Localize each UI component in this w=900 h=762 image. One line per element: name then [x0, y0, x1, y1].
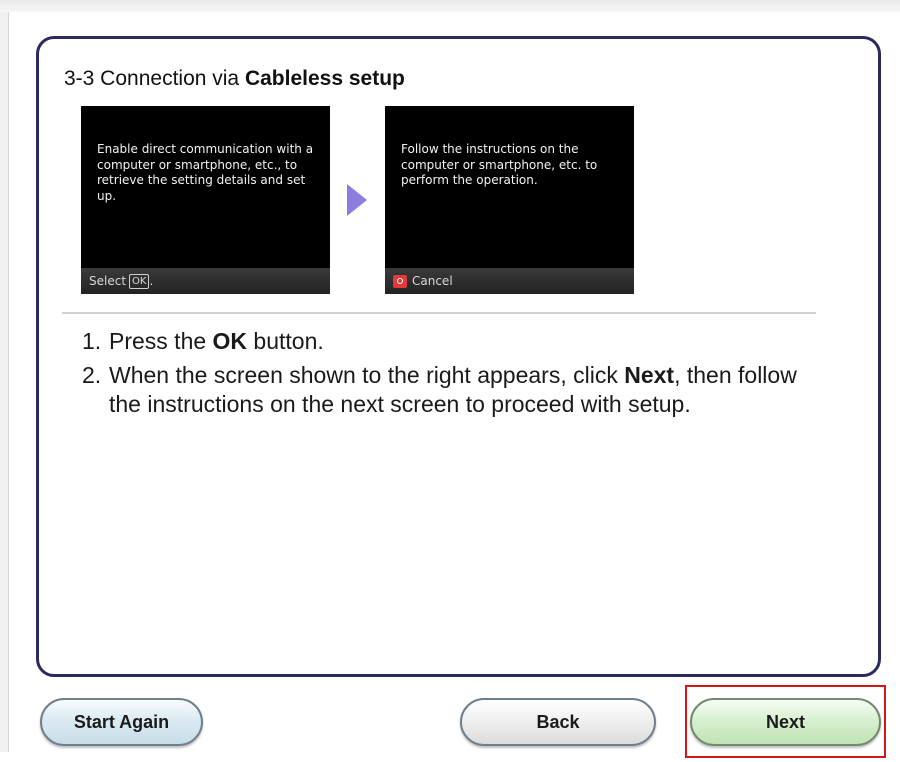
select-suffix: . — [149, 274, 154, 288]
step-text-before: Press the — [109, 328, 213, 354]
window-left-edge — [0, 12, 9, 752]
step-number: 1. — [82, 328, 102, 354]
printer-screen-2-footer: Cancel — [385, 268, 634, 294]
select-label: Select — [89, 274, 127, 288]
cancel-label: Cancel — [412, 274, 453, 288]
printer-screen-1: Enable direct communication with a compu… — [81, 106, 330, 294]
page-title-prefix: 3-3 Connection via — [64, 67, 245, 90]
printer-screen-1-text: Enable direct communication with a compu… — [97, 142, 314, 203]
step-number: 2. — [82, 362, 102, 388]
step-text-bold: Next — [624, 362, 675, 388]
step-text-bold: OK — [212, 328, 248, 354]
step-text-after: button. — [247, 328, 324, 354]
window-top-bar — [0, 0, 900, 12]
divider — [62, 312, 816, 314]
start-again-button[interactable]: Start Again — [40, 698, 203, 746]
printer-screen-1-footer: Select OK. — [81, 268, 330, 294]
page-title-bold: Cableless setup — [244, 67, 405, 90]
stop-icon — [393, 275, 407, 288]
instruction-step-2: 2. When the screen shown to the right app… — [82, 361, 822, 419]
back-button[interactable]: Back — [460, 698, 656, 746]
ok-key-icon: OK — [129, 274, 150, 289]
instruction-list: 1. Press the OK button. 2. When the screen… — [82, 327, 822, 424]
next-button[interactable]: Next — [690, 698, 881, 746]
step-text-before: When the screen shown to the right appea… — [109, 362, 625, 388]
printer-screen-2-text: Follow the instructions on the computer … — [401, 142, 598, 187]
right-arrow-icon — [347, 184, 367, 216]
instruction-step-1: 1. Press the OK button. — [82, 327, 822, 356]
page-title: 3-3 Connection via Cableless setup — [64, 67, 405, 91]
printer-screen-2: Follow the instructions on the computer … — [385, 106, 634, 294]
